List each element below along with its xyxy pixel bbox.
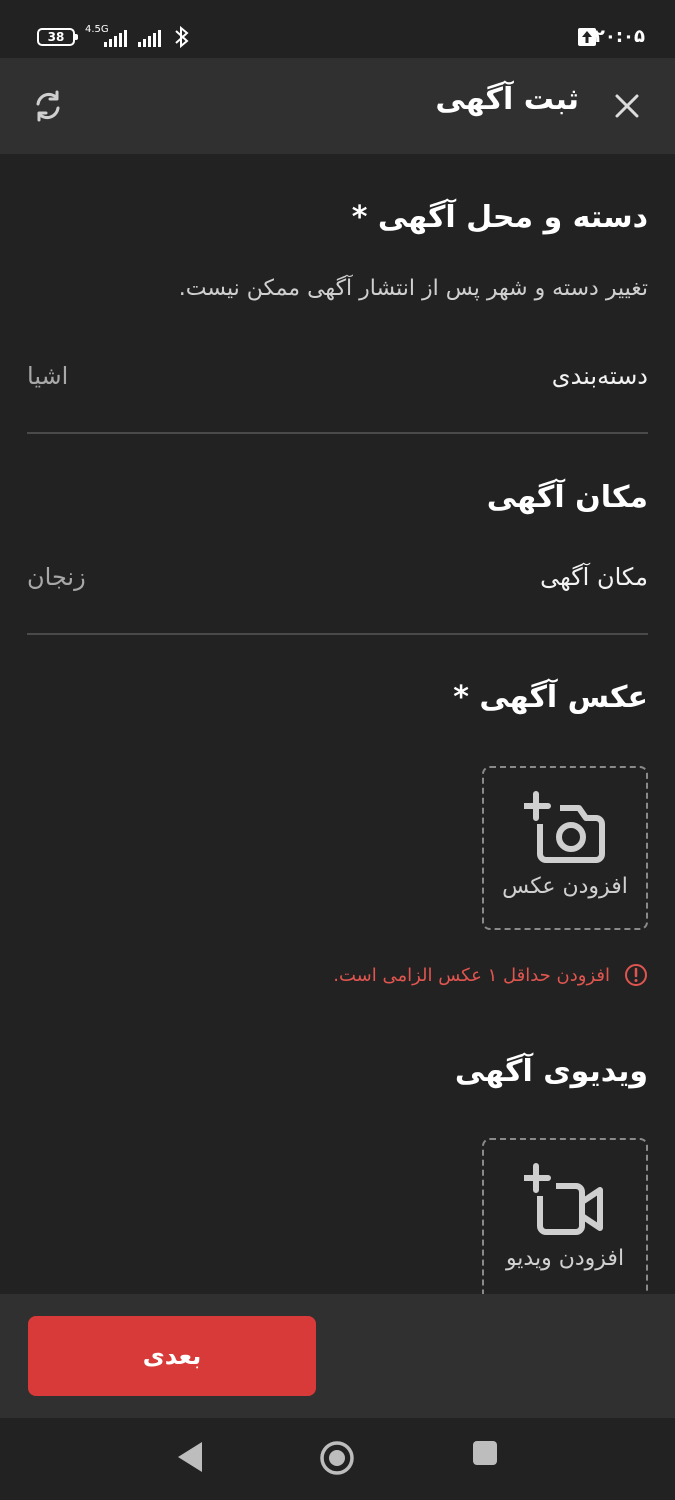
clock: ۲۰:۰۵ xyxy=(593,26,645,47)
category-hint: تغییر دسته و شهر پس از انتشار آگهی ممکن … xyxy=(178,276,648,301)
status-bar: 38 4.5G ۲۰:۰۵ xyxy=(0,0,675,58)
battery-level: 38 xyxy=(47,30,65,44)
category-field-label: دسته‌بندی xyxy=(551,362,648,390)
category-field[interactable]: دسته‌بندی اشیا xyxy=(27,346,648,434)
location-field[interactable]: مکان آگهی زنجان xyxy=(27,547,648,635)
photo-error-text: افزودن حداقل ۱ عکس الزامی است. xyxy=(333,964,610,986)
add-photo-button[interactable]: افزودن عکس xyxy=(482,766,648,930)
photo-error: افزودن حداقل ۱ عکس الزامی است. xyxy=(333,960,648,990)
add-video-label: افزودن ویدیو xyxy=(505,1246,625,1271)
battery-icon: 38 xyxy=(37,28,78,46)
home-icon[interactable] xyxy=(319,1440,355,1476)
error-icon xyxy=(625,964,647,986)
page-title: ثبت آگهی xyxy=(435,82,579,117)
bluetooth-icon xyxy=(175,25,189,49)
signal-icon xyxy=(104,29,127,47)
refresh-icon[interactable] xyxy=(30,88,66,124)
recents-icon[interactable] xyxy=(472,1440,498,1466)
close-icon[interactable] xyxy=(613,92,641,120)
add-video-icon xyxy=(524,1163,603,1235)
add-photo-icon xyxy=(524,791,605,863)
video-section-title: ویدیوی آگهی xyxy=(454,1054,648,1089)
category-section-title: دسته و محل آگهی * xyxy=(351,200,648,235)
back-icon[interactable] xyxy=(176,1440,204,1474)
photo-section-title: عکس آگهی * xyxy=(453,680,648,715)
location-section-title: مکان آگهی xyxy=(486,480,648,515)
add-video-button[interactable]: افزودن ویدیو xyxy=(482,1138,648,1294)
add-photo-label: افزودن عکس xyxy=(502,874,628,899)
location-field-value: زنجان xyxy=(27,563,86,591)
form-content[interactable]: دسته و محل آگهی * تغییر دسته و شهر پس از… xyxy=(0,154,675,1294)
system-nav-bar xyxy=(0,1418,675,1500)
category-field-value: اشیا xyxy=(27,362,69,390)
bottom-action-bar: بعدی xyxy=(0,1294,675,1418)
next-button[interactable]: بعدی xyxy=(28,1316,316,1396)
signal-icon-secondary xyxy=(138,29,161,47)
app-header: ثبت آگهی xyxy=(0,58,675,154)
location-field-label: مکان آگهی xyxy=(540,563,648,591)
